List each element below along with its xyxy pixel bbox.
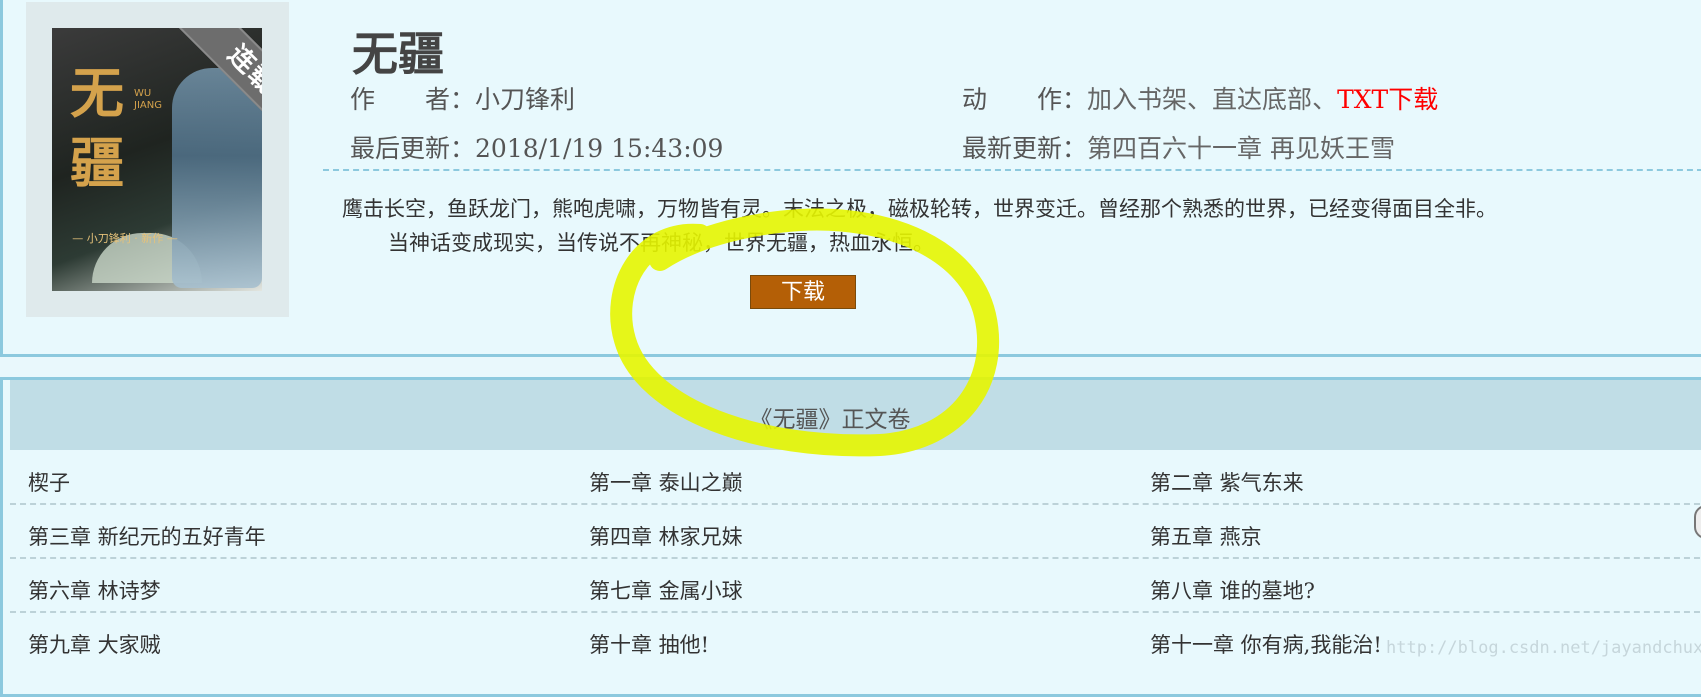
chapter-link[interactable]: 第一章 泰山之巅 bbox=[589, 467, 743, 497]
chapter-link[interactable]: 第七章 金属小球 bbox=[589, 575, 743, 605]
actions-row: 动 作：加入书架、直达底部、TXT下载 bbox=[962, 80, 1438, 116]
latest-row: 最新更新：第四百六十一章 再见妖王雪 bbox=[962, 129, 1395, 165]
chapter-link[interactable]: 第六章 林诗梦 bbox=[28, 575, 161, 605]
actions-label: 动 作： bbox=[962, 85, 1088, 114]
description-line-2: 当神话变成现实，当传说不再神秘，世界无疆，热血永恒。 bbox=[388, 231, 934, 255]
author-label: 作 者： bbox=[350, 85, 476, 114]
watermark: http://blog.csdn.net/jayandchuxu bbox=[1386, 638, 1701, 658]
chapter-link[interactable]: 第二章 紫气东来 bbox=[1150, 467, 1304, 497]
txt-download-link[interactable]: TXT下载 bbox=[1337, 85, 1438, 114]
separator: 、 bbox=[1312, 85, 1338, 114]
volume-title: 《无疆》正文卷 bbox=[749, 407, 911, 433]
add-to-shelf-link[interactable]: 加入书架 bbox=[1087, 85, 1187, 114]
chapter-link[interactable]: 第九章 大家贼 bbox=[28, 629, 161, 659]
author-name: 小刀锋利 bbox=[475, 85, 576, 114]
chapter-link[interactable]: 楔子 bbox=[28, 467, 70, 497]
status-ribbon: 连载中 bbox=[172, 28, 262, 170]
table-row bbox=[10, 558, 1701, 613]
updated-label: 最后更新： bbox=[350, 134, 476, 163]
jump-to-bottom-link[interactable]: 直达底部 bbox=[1212, 85, 1312, 114]
updated-row: 最后更新：2018/1/19 15:43:09 bbox=[350, 129, 723, 165]
divider bbox=[323, 169, 1701, 171]
chapter-link[interactable]: 第四章 林家兄妹 bbox=[589, 521, 743, 551]
description-line-1: 鹰击长空，鱼跃龙门，熊咆虎啸，万物皆有灵。末法之极，磁极轮转，世界变迁。曾经那个… bbox=[342, 197, 1497, 221]
updated-time: 2018/1/19 15:43:09 bbox=[475, 134, 724, 163]
separator: 、 bbox=[1187, 85, 1213, 114]
chapter-link[interactable]: 第八章 谁的墓地? bbox=[1150, 575, 1315, 605]
download-button[interactable]: 下载 bbox=[750, 275, 856, 309]
chapter-link[interactable]: 第十一章 你有病,我能治! bbox=[1150, 629, 1382, 659]
chapter-link[interactable]: 第三章 新纪元的五好青年 bbox=[28, 521, 266, 551]
table-row bbox=[10, 450, 1701, 505]
author-row: 作 者：小刀锋利 bbox=[350, 80, 575, 116]
chapter-link[interactable]: 第五章 燕京 bbox=[1150, 521, 1262, 551]
book-title: 无疆 bbox=[352, 27, 444, 81]
latest-label: 最新更新： bbox=[962, 134, 1088, 163]
status-ribbon-wrap: 连载中 bbox=[52, 28, 262, 291]
latest-chapter-link[interactable]: 第四百六十一章 再见妖王雪 bbox=[1087, 134, 1395, 163]
chapter-link[interactable]: 第十章 抽他! bbox=[589, 629, 709, 659]
